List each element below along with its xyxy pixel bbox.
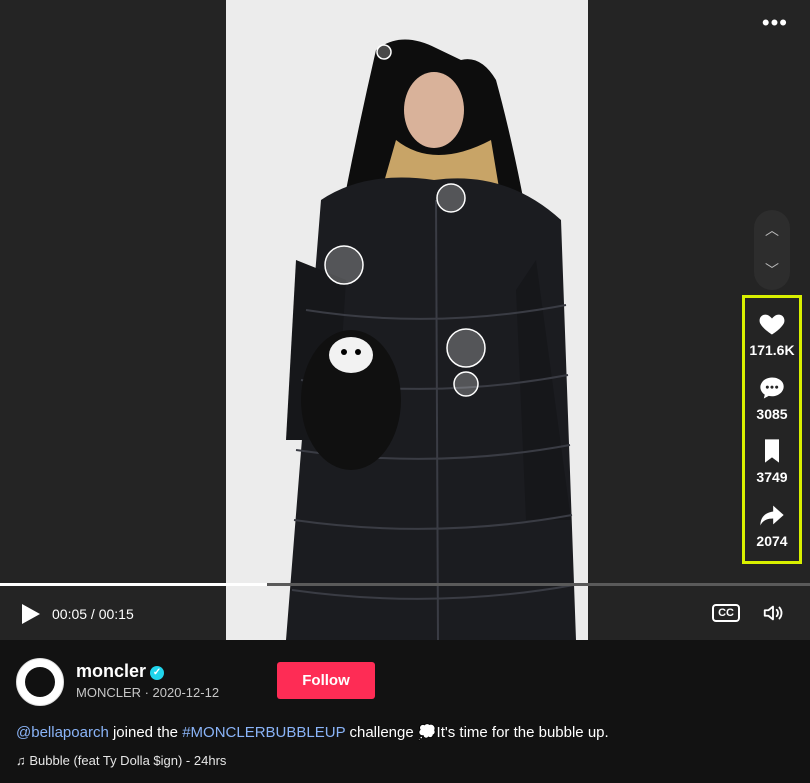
author-username[interactable]: moncler ✓ (76, 661, 165, 682)
caption-text-2: challenge 💭It's time for the bubble up. (345, 724, 609, 741)
like-count: 171.6K (749, 341, 795, 358)
verified-badge-icon: ✓ (150, 666, 165, 680)
caption-text-1: joined the (108, 724, 183, 741)
video-navigation: ︿ ﹀ (754, 210, 790, 290)
username-text: moncler (76, 661, 147, 681)
heart-icon (759, 314, 785, 335)
action-bar-highlight: 171.6K 3085 3749 2074 (742, 295, 802, 564)
next-video-chevron-down-icon[interactable]: ﹀ (765, 260, 779, 280)
video-frame[interactable] (226, 0, 588, 640)
mention-link[interactable]: @bellapoarch (16, 724, 109, 741)
comment-bubble-icon (760, 377, 784, 399)
time-display: 00:05 / 00:15 (52, 606, 134, 622)
bookmark-count: 3749 (756, 469, 788, 486)
video-content-image (226, 0, 588, 640)
closed-captions-button[interactable]: CC (712, 604, 740, 622)
share-button[interactable]: 2074 (756, 501, 788, 550)
follow-button[interactable]: Follow (277, 662, 375, 699)
playback-controls: 00:05 / 00:15 CC (0, 596, 810, 632)
like-button[interactable]: 171.6K (749, 310, 795, 358)
bookmark-icon (765, 439, 779, 464)
share-count: 2074 (756, 533, 788, 550)
video-player[interactable]: ••• ︿ ﹀ 171.6K 3085 3749 2074 00:05 / 00… (0, 0, 810, 640)
moncler-logo (25, 667, 55, 697)
bookmark-button[interactable]: 3749 (756, 437, 788, 486)
comment-count: 3085 (756, 405, 788, 422)
volume-button[interactable] (762, 602, 784, 629)
hashtag-link[interactable]: #MONCLERBUBBLEUP (182, 724, 345, 741)
more-options-button[interactable]: ••• (762, 10, 788, 36)
avatar[interactable] (16, 658, 64, 706)
video-caption: @bellapoarch joined the #MONCLERBUBBLEUP… (16, 723, 609, 741)
speaker-icon (763, 605, 783, 621)
play-icon[interactable] (22, 604, 40, 624)
music-link[interactable]: ♫ Bubble (feat Ty Dolla $ign) - 24hrs (16, 753, 226, 768)
comment-button[interactable]: 3085 (756, 374, 788, 422)
video-info-panel: moncler ✓ MONCLER · 2020-12-12 Follow @be… (0, 640, 810, 783)
progress-bar[interactable] (0, 583, 810, 586)
share-arrow-icon (760, 505, 784, 526)
author-subline: MONCLER · 2020-12-12 (76, 685, 220, 700)
progress-fill (0, 583, 268, 586)
previous-video-chevron-up-icon[interactable]: ︿ (765, 220, 779, 240)
